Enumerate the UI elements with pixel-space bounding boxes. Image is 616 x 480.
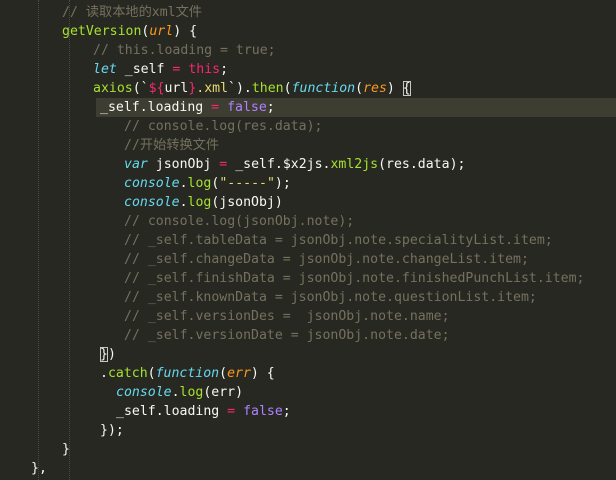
code-token: then [251,81,284,96]
code-token: getVersion [62,24,142,39]
code-token: xml2js [330,157,379,172]
code-token: // _self.changeData = jsonObj.note.chang… [124,252,529,267]
code-line[interactable]: //开始转换文件 [0,136,616,155]
code-token: ( [355,81,364,96]
code-token: (err) [203,385,244,400]
code-line-active[interactable]: _self.loading = false; [96,98,616,117]
code-line[interactable]: _self.loading = false; [0,402,616,421]
code-token: _self.loading [100,100,212,115]
code-token: false [227,100,267,115]
code-token: log [179,385,204,400]
code-token: (res.data); [378,157,466,172]
code-token: ${ [148,81,165,96]
code-token: // _self.knownData = jsonObj.note.questi… [124,290,537,305]
code-token: console [116,385,172,400]
code-line[interactable]: // _self.changeData = jsonObj.note.chang… [0,250,616,269]
code-token: //开始转换文件 [124,138,220,153]
code-token: = [227,404,236,419]
code-token: // console.log(res.data); [124,119,323,134]
code-line[interactable]: var jsonObj = _self.$x2js.xml2js(res.dat… [0,155,616,174]
code-token: // this.loading = true; [93,43,276,58]
code-token: res [363,81,387,96]
code-token: } [62,442,70,457]
code-token: function [291,81,356,96]
code-token: "-----" [219,176,275,191]
code-token: jsonObj [147,157,220,172]
code-token: console [124,176,180,191]
code-token: let [93,62,117,77]
code-token: // _self.finishData = jsonObj.note.finis… [124,271,585,286]
code-line[interactable]: }); [0,421,616,440]
code-token: ) [386,81,403,96]
code-token: . [100,366,108,381]
code-token: this [188,62,221,77]
code-token: ) { [250,366,275,381]
code-token: axios [93,81,133,96]
code-line[interactable]: // _self.knownData = jsonObj.note.questi… [0,288,616,307]
code-token: ; [220,62,229,77]
code-line[interactable]: // console.log(res.data); [0,117,616,136]
code-line[interactable]: axios(`${url}.xml`).then(function(res) { [0,79,616,98]
code-token: = [211,100,220,115]
code-token: _self.$x2js. [227,157,331,172]
code-token: url [149,24,174,39]
code-line[interactable]: console.log(err) [0,383,616,402]
code-token: // _self.tableData = jsonObj.note.specia… [124,233,553,248]
code-line[interactable]: }) [0,345,616,364]
code-token: ); [274,176,291,191]
code-token: . [179,176,188,191]
code-line[interactable]: // _self.finishData = jsonObj.note.finis… [0,269,616,288]
code-token: . [171,385,180,400]
bracket-match: { [402,81,411,96]
code-token: (jsonObj) [211,195,283,210]
code-line[interactable]: // this.loading = true; [0,41,616,60]
code-token: _self [116,62,173,77]
code-line[interactable]: }, [0,459,616,478]
code-line[interactable]: getVersion(url) { [0,22,616,41]
code-token: }); [100,423,124,438]
code-token: (` [132,81,149,96]
code-line[interactable]: // _self.tableData = jsonObj.note.specia… [0,231,616,250]
code-token: catch [107,366,148,381]
code-editor[interactable]: // 读取本地的xml文件 getVersion(url) {// this.lo… [0,0,616,480]
code-token: ) { [173,24,198,39]
code-token: function [155,366,220,381]
code-token: ( [283,81,292,96]
code-token: log [187,195,212,210]
code-line[interactable]: let _self = this; [0,60,616,79]
code-line[interactable]: console.log("-----"); [0,174,616,193]
code-token: // console.log(jsonObj.note); [124,214,355,229]
code-token: log [187,176,212,191]
code-token: ( [147,366,156,381]
code-token: `). [228,81,252,96]
code-token: . [179,195,188,210]
code-token: _self.loading [116,404,228,419]
code-token: ; [282,404,291,419]
code-line[interactable]: } [0,440,616,459]
bracket-match: } [100,347,108,362]
code-token: false [243,404,283,419]
code-token: // _self.versionDes = jsonObj.note.name; [124,309,450,324]
code-token: err [227,366,251,381]
code-token: console [124,195,180,210]
code-token: }, [31,461,47,476]
code-token: ) [107,347,116,362]
code-token: url [164,81,189,96]
code-token: // 读取本地的xml文件 [62,5,202,20]
code-token: ; [266,100,275,115]
code-line[interactable]: // _self.versionDate = jsonObj.note.date… [0,326,616,345]
code-line[interactable]: // 读取本地的xml文件 [0,3,616,22]
code-token: .xml [196,81,229,96]
code-token: ( [219,366,228,381]
code-line[interactable]: console.log(jsonObj) [0,193,616,212]
code-token: var [124,157,148,172]
code-line[interactable]: // _self.versionDes = jsonObj.note.name; [0,307,616,326]
code-token: // _self.versionDate = jsonObj.note.date… [124,328,450,343]
code-line[interactable]: // console.log(jsonObj.note); [0,212,616,231]
code-line[interactable]: .catch(function(err) { [0,364,616,383]
